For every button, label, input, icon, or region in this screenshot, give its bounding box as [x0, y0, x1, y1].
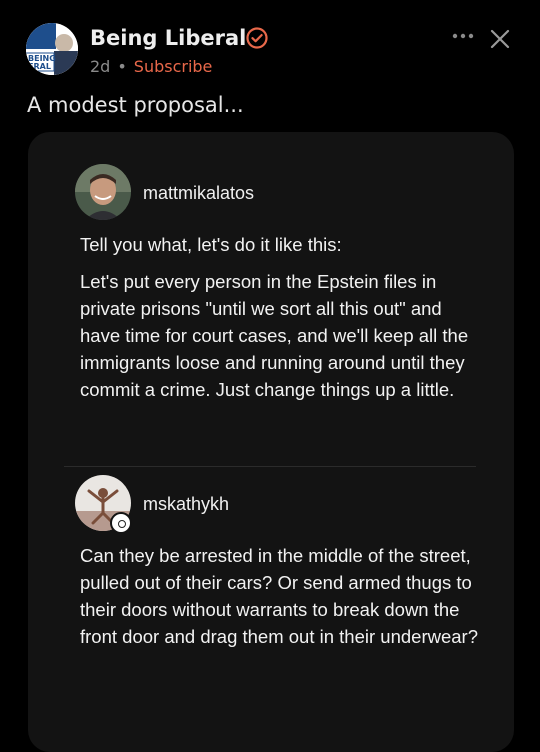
close-icon[interactable]: [489, 28, 511, 50]
threads-badge-icon: [110, 512, 132, 534]
post-time: 2d: [90, 57, 111, 76]
comment-username[interactable]: mskathykh: [143, 494, 233, 515]
meta-separator: •: [117, 57, 127, 76]
subscribe-button[interactable]: Subscribe: [134, 57, 213, 76]
page-avatar[interactable]: BEING ERAL: [26, 23, 78, 75]
verified-icon: [246, 27, 268, 49]
page-name[interactable]: Being Liberal: [90, 26, 246, 50]
svg-text:ERAL: ERAL: [28, 62, 51, 71]
post-meta: 2d • Subscribe: [90, 57, 212, 76]
page-logo: BEING ERAL: [26, 23, 78, 75]
comment-text: Can they be arrested in the middle of th…: [80, 545, 478, 647]
comment-divider: [64, 466, 476, 467]
more-icon[interactable]: [450, 26, 476, 46]
comment-username[interactable]: mattmikalatos: [143, 183, 254, 204]
comment-text: Let's put every person in the Epstein fi…: [80, 271, 469, 400]
post-caption: A modest proposal...: [27, 93, 244, 117]
shared-image-card: [28, 132, 514, 752]
post-header: BEING ERAL Being Liberal 2d • Subscribe: [0, 0, 540, 90]
comment-text: Tell you what, let's do it like this:: [80, 234, 342, 255]
avatar-photo: [75, 164, 131, 220]
commenter-avatar[interactable]: [75, 164, 131, 220]
